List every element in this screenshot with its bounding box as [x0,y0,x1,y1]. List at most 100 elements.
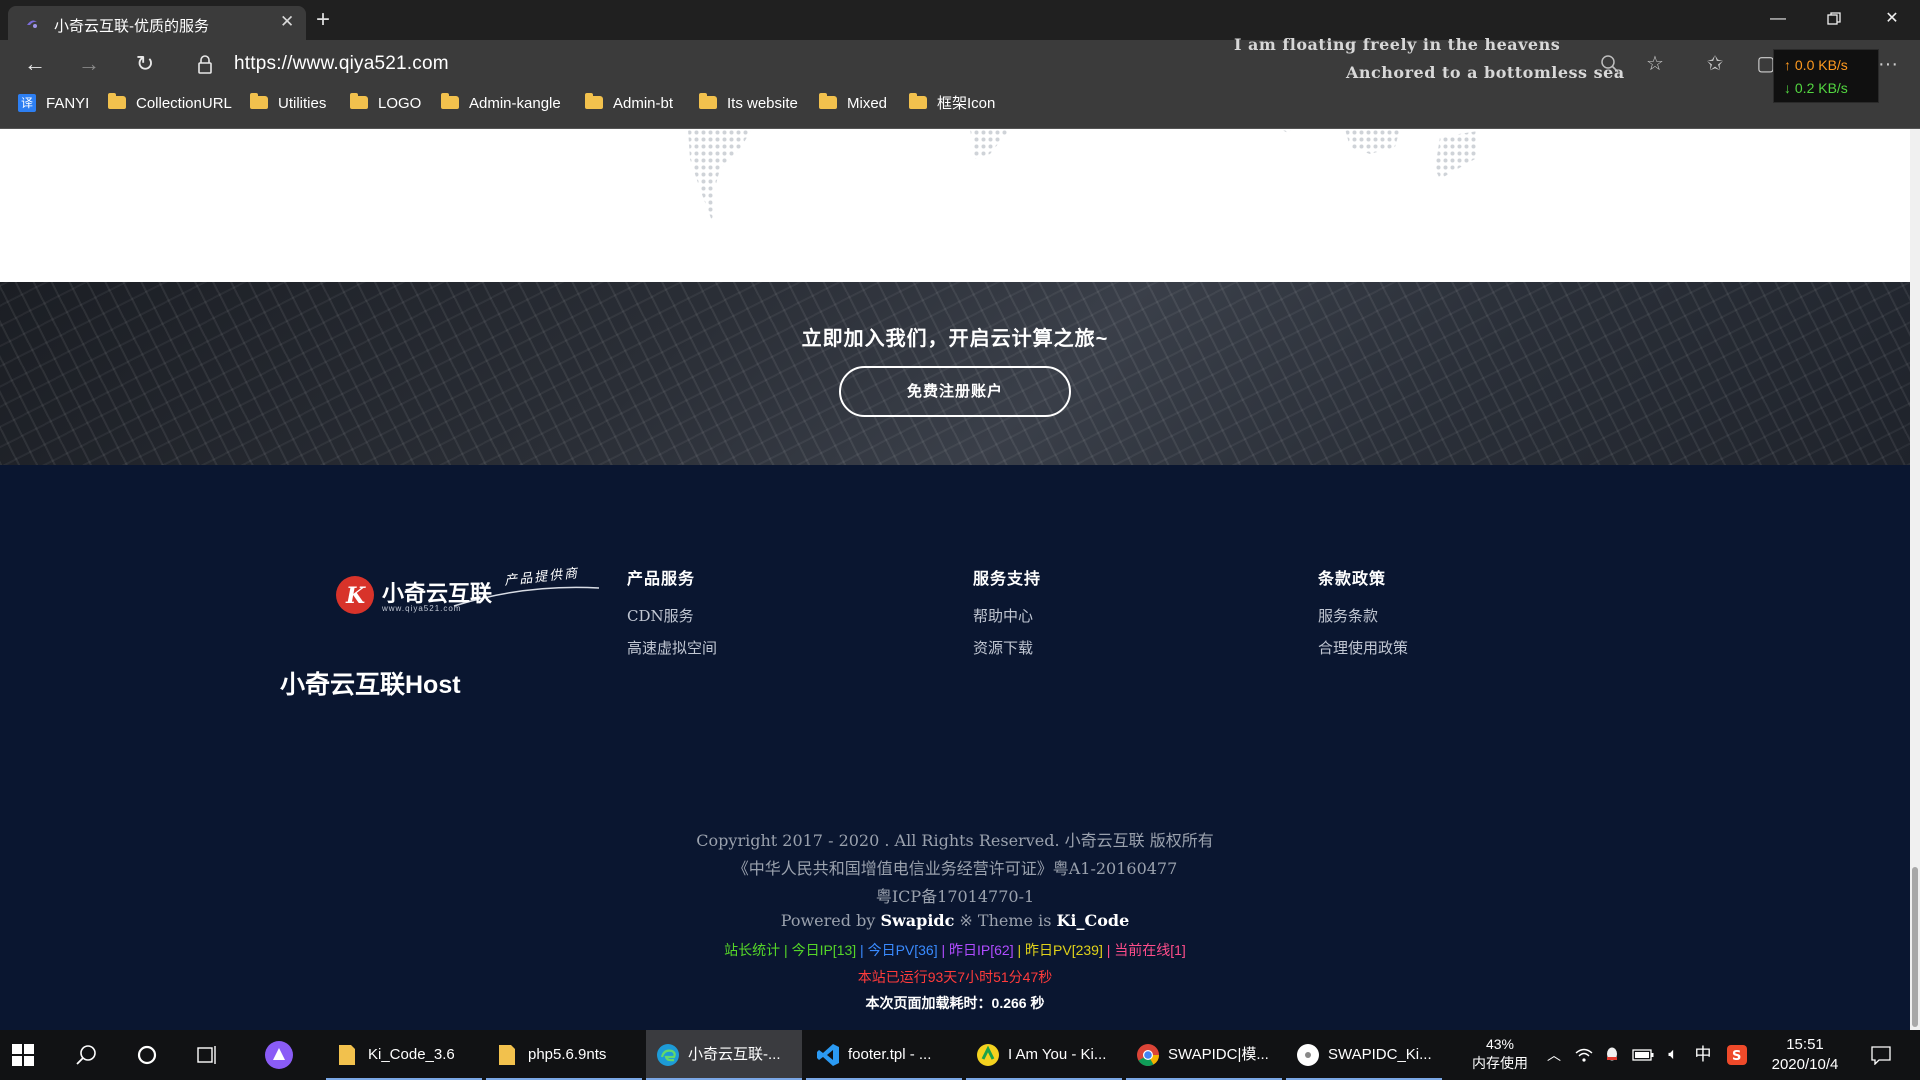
edge-browser-icon [657,1044,679,1066]
bookmark-folder-admin-bt[interactable]: Admin-bt [585,88,673,120]
bookmark-label: FANYI [46,95,90,112]
cortana-icon[interactable] [136,1030,166,1080]
footer-link-cdn[interactable]: CDN服务 [627,605,717,626]
taskbar-app-ki-code[interactable]: Ki_Code_3.6 [326,1030,482,1080]
stats-link[interactable]: 站长统计 [724,942,780,958]
tab-close-icon[interactable]: ✕ [280,12,294,32]
taskbar-app-music[interactable]: I Am You - Ki... [966,1030,1122,1080]
dotted-world-map [688,129,1478,224]
footer-link-help-center[interactable]: 帮助中心 [973,605,1041,626]
minimize-icon[interactable]: — [1750,0,1806,38]
chrome-icon [1137,1044,1159,1066]
task-label: php5.6.9nts [528,1046,607,1063]
notification-center-icon[interactable] [1866,1030,1896,1080]
bookmark-folder-utilities[interactable]: Utilities [250,88,326,120]
volume-icon[interactable]: 🔈︎ [1660,1030,1686,1080]
bookmark-folder-collectionurl[interactable]: CollectionURL [108,88,232,120]
join-us-title: 立即加入我们，开启云计算之旅~ [801,328,1109,350]
sogou-input-icon[interactable]: S [1724,1030,1750,1080]
footer-link-terms[interactable]: 服务条款 [1318,605,1408,626]
folder-icon [250,92,268,109]
browser-tab-active[interactable]: 小奇云互联-优质的服务 ✕ [8,6,306,40]
memory-percent: 43% [1485,1036,1515,1052]
bookmark-folder-its-website[interactable]: Its website [699,88,798,120]
scrollbar-thumb[interactable] [1912,867,1918,1027]
browser-tab-strip: 小奇云互联-优质的服务 ✕ + — ✕ [0,0,1920,40]
free-register-button[interactable]: 免费注册账户 [839,366,1071,417]
clock[interactable]: 15:51 2020/10/4 [1760,1035,1850,1085]
bookmark-label: Mixed [847,95,888,112]
theme-prefix: ※ Theme is [959,911,1052,930]
folder-icon [585,92,603,109]
taskbar-app-php[interactable]: php5.6.9nts [486,1030,642,1080]
address-bar[interactable]: https://www.qiya521.com [180,45,1180,83]
ki-code-link[interactable]: Ki_Code [1057,911,1130,930]
memory-usage-widget[interactable]: 43% 内存使用 [1462,1035,1538,1085]
wifi-icon[interactable] [1572,1030,1596,1080]
show-hidden-icons-chevron-icon[interactable]: ︿ [1542,1030,1566,1080]
folder-icon [499,1045,515,1065]
site-logo[interactable]: K 小奇云互联 产品提供商 www.qiya521.com [334,566,604,631]
column-title: 条款政策 [1318,571,1387,588]
site-stats-line: 站长统计 | 今日IP[13] | 今日PV[36] | 昨日IP[62] | … [0,940,1910,960]
copyright-text: Copyright 2017 - 2020 . All Rights Reser… [696,831,1214,850]
site-favicon-icon [27,20,37,28]
search-icon[interactable] [76,1030,106,1080]
refresh-icon[interactable]: ↻ [130,49,160,79]
music-player-icon [977,1044,999,1066]
forward-arrow-icon[interactable]: → [74,49,104,79]
footer-column-products: 产品服务 CDN服务 高速虚拟空间 [627,565,717,669]
bookmark-fanyi[interactable]: 译 FANYI [18,88,89,120]
footer-link-downloads[interactable]: 资源下载 [973,637,1041,658]
logo-url: www.qiya521.com [382,604,462,613]
battery-icon[interactable] [1630,1030,1656,1080]
footer-link-fair-use[interactable]: 合理使用政策 [1318,637,1408,658]
task-label: 小奇云互联-... [688,1046,781,1063]
bookmark-folder-framework-icon[interactable]: 框架Icon [909,88,995,120]
memory-label: 内存使用 [1472,1055,1528,1071]
back-arrow-icon[interactable]: ← [20,49,50,79]
powered-prefix: Powered by [780,911,876,930]
task-label: Ki_Code_3.6 [368,1046,455,1063]
browser-toolbar: ← → ↻ https://www.qiya521.com ☆ ✩ ▢ ··· [0,40,1920,88]
close-window-icon[interactable]: ✕ [1864,0,1920,38]
new-tab-icon[interactable]: + [316,6,330,34]
favorite-star-icon[interactable]: ☆ [1641,50,1669,78]
taskbar-app-swapidc[interactable]: SWAPIDC_Ki... [1286,1030,1442,1080]
windows-taskbar: Ki_Code_3.6 php5.6.9nts 小奇云互联-... footer… [0,1030,1920,1080]
folder-icon [699,92,717,109]
bookmark-label: 框架Icon [937,95,996,112]
folder-icon [819,92,837,109]
input-method-indicator[interactable]: 中 [1690,1030,1716,1080]
page-load-time: 本次页面加载耗时：0.266 秒 [865,995,1045,1011]
bookmark-label: LOGO [378,95,422,112]
folder-icon [339,1045,355,1065]
bookmark-folder-admin-kangle[interactable]: Admin-kangle [441,88,561,120]
lock-icon [198,55,212,74]
assistant-app-icon[interactable] [264,1030,296,1080]
download-speed: ↓ 0.2 KB/s [1784,80,1848,96]
taskbar-app-edge[interactable]: 小奇云互联-... [646,1030,802,1080]
clock-date: 2020/10/4 [1771,1056,1839,1073]
footer-link-virtual-hosting[interactable]: 高速虚拟空间 [627,637,717,658]
favorites-list-icon[interactable]: ✩ [1701,50,1729,78]
bookmark-folder-logo[interactable]: LOGO [350,88,421,120]
qq-tray-icon[interactable] [1600,1030,1624,1080]
stats-today-ip: | 今日IP[13] [780,942,861,958]
page-scrollbar[interactable] [1910,129,1920,1030]
restore-icon[interactable] [1806,0,1862,38]
task-label: footer.tpl - ... [848,1046,932,1063]
task-view-icon[interactable] [196,1030,226,1080]
url-text: https://www.qiya521.com [234,53,449,74]
stats-yesterday-pv: | 昨日PV[239] [1017,942,1107,958]
column-title: 产品服务 [627,571,696,588]
icp-text[interactable]: 粤ICP备17014770-1 [0,883,1910,907]
uptime-text: 本站已运行93天7小时51分47秒 [857,969,1053,985]
taskbar-app-chrome[interactable]: SWAPIDC|模... [1126,1030,1282,1080]
bookmark-folder-mixed[interactable]: Mixed [819,88,887,120]
taskbar-app-vscode[interactable]: footer.tpl - ... [806,1030,962,1080]
windows-start-icon[interactable] [12,1030,50,1080]
bookmark-label: Utilities [278,95,327,112]
swapidc-link[interactable]: Swapidc [880,911,954,930]
footer-column-policies: 条款政策 服务条款 合理使用政策 [1318,565,1408,669]
